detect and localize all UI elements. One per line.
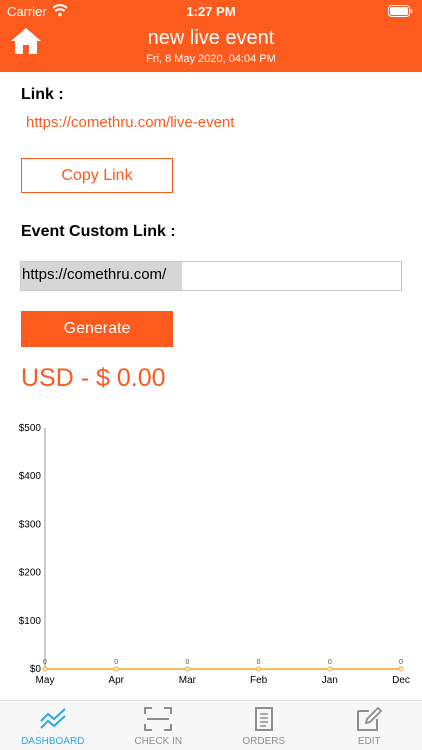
y-tick-label: $400 xyxy=(19,471,42,482)
y-tick-label: $200 xyxy=(19,568,42,579)
data-point xyxy=(184,666,190,672)
header-bar: Carrier 1:27 PM new live event Fri, 8 Ma… xyxy=(0,0,422,72)
status-bar: Carrier 1:27 PM xyxy=(0,0,422,22)
tab-check-in[interactable]: CHECK IN xyxy=(106,701,212,750)
data-point xyxy=(113,666,119,672)
link-label: Link : xyxy=(21,86,64,103)
tab-dashboard[interactable]: DASHBOARD xyxy=(0,701,106,750)
tab-label: EDIT xyxy=(357,736,381,747)
total-amount: USD - $ 0.00 xyxy=(21,364,166,392)
scan-icon xyxy=(144,707,173,731)
y-tick-label: $500 xyxy=(19,423,42,434)
data-label: 0 xyxy=(328,659,332,666)
event-date: Fri, 8 May 2020, 04:04 PM xyxy=(146,53,276,65)
tab-orders[interactable]: ORDERS xyxy=(211,701,317,750)
battery-icon xyxy=(388,5,413,17)
data-point xyxy=(398,666,404,672)
chart-line-icon xyxy=(40,708,66,729)
receipt-icon xyxy=(254,707,273,731)
data-label: 0 xyxy=(185,659,189,666)
x-tick-label: Jan xyxy=(322,675,338,686)
event-link[interactable]: https://comethru.com/live-event xyxy=(26,114,234,131)
tab-label: CHECK IN xyxy=(134,736,183,747)
y-tick-label: $100 xyxy=(19,616,42,627)
tab-label: ORDERS xyxy=(242,736,286,747)
tab-label: DASHBOARD xyxy=(21,736,85,747)
copy-link-button[interactable]: Copy Link xyxy=(21,158,173,193)
sales-chart: $0 $100 $200 $300 $400 $500 May Apr Mar Feb Jan Dec… xyxy=(19,423,410,686)
custom-link-label: Event Custom Link : xyxy=(21,223,176,240)
x-tick-label: Feb xyxy=(250,675,268,686)
x-tick-label: Mar xyxy=(179,675,197,686)
y-tick-label: $0 xyxy=(30,664,42,675)
status-time: 1:27 PM xyxy=(186,4,236,19)
custom-link-prefix: https://comethru.com/ xyxy=(21,262,182,290)
page-title: new live event xyxy=(147,27,275,49)
data-point xyxy=(256,666,262,672)
x-tick-label: Apr xyxy=(108,675,124,686)
x-tick-label: Dec xyxy=(392,675,410,686)
custom-link-field[interactable]: https://comethru.com/ xyxy=(20,261,402,291)
custom-link-input[interactable] xyxy=(183,262,401,290)
edit-icon xyxy=(357,706,383,731)
data-label: 0 xyxy=(43,659,47,666)
x-tick-label: May xyxy=(36,675,55,686)
data-point xyxy=(42,666,48,672)
data-label: 0 xyxy=(257,659,261,666)
generate-button[interactable]: Generate xyxy=(21,311,173,347)
data-label: 0 xyxy=(114,659,118,666)
tab-bar: DASHBOARD CHECK IN ORDERS EDIT xyxy=(0,700,422,750)
y-tick-label: $300 xyxy=(19,519,42,530)
tab-edit[interactable]: EDIT xyxy=(317,701,422,750)
data-point xyxy=(327,666,333,672)
data-label: 0 xyxy=(399,659,403,666)
